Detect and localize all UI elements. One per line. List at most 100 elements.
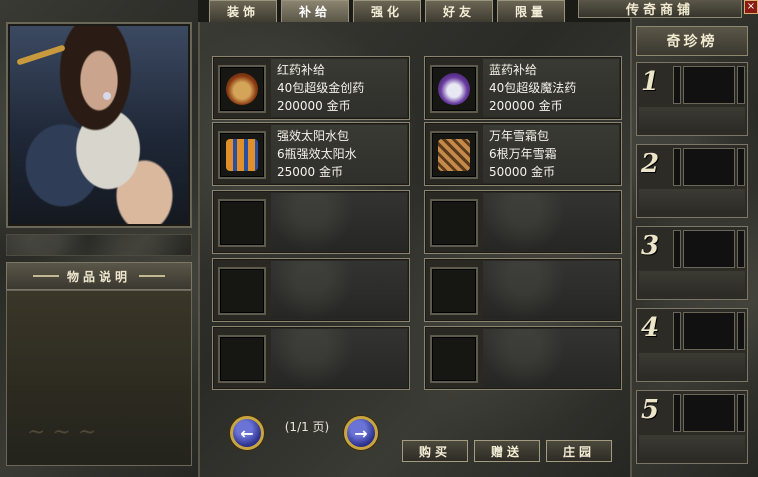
rank-cell-marker [737,66,745,104]
empty-item-card[interactable] [212,258,410,322]
item-info [271,193,407,251]
item-info [271,261,407,319]
ranking-slot[interactable]: 3 [636,226,748,300]
item-price: 25000 金币 [277,165,343,179]
item-name: 蓝药补给 [489,63,538,77]
next-page-button[interactable]: → [344,416,378,450]
prev-page-button[interactable]: ← [230,416,264,450]
item-name: 强效太阳水包 [277,129,350,143]
item-info [483,193,619,251]
item-info: 强效太阳水包 6瓶强效太阳水 25000 金币 [271,125,407,183]
arrow-left-icon: ← [240,423,254,443]
item-desc: 40包超级金创药 [277,81,365,95]
empty-item-card[interactable] [424,190,622,254]
shop-title: 传奇商铺 [578,0,742,18]
rank-info-bar [639,189,745,213]
item-card[interactable]: 红药补给 40包超级金创药 200000 金币 [212,56,410,120]
rank-cell-marker [737,394,745,432]
rank-info-bar [639,271,745,295]
item-card[interactable]: 强效太阳水包 6瓶强效太阳水 25000 金币 [212,122,410,186]
item-desc: 6根万年雪霜 [489,147,557,161]
rank-number: 2 [641,149,660,179]
rank-number: 4 [641,313,660,343]
item-price: 200000 金币 [277,99,351,113]
rank-cell-marker [673,312,681,350]
blue-potion-bag-icon [438,73,470,105]
rank-number: 1 [641,67,660,97]
empty-item-card[interactable] [424,258,622,322]
rank-item-slot[interactable] [683,66,735,104]
item-info [483,329,619,387]
arrow-right-icon: → [354,423,368,443]
tab-enhance[interactable]: 强化 [353,0,421,22]
rank-info-bar [639,107,745,131]
item-slot[interactable] [218,65,266,113]
close-button[interactable]: × [744,0,758,14]
rank-info-bar [639,353,745,377]
rank-cell-marker [737,148,745,186]
item-name: 红药补给 [277,63,326,77]
rank-number: 5 [641,395,660,425]
rank-cell-marker [737,230,745,268]
rank-cell-marker [737,312,745,350]
ranking-title: 奇珍榜 [636,26,748,56]
item-card[interactable]: 万年雪霜包 6根万年雪霜 50000 金币 [424,122,622,186]
item-slot[interactable] [218,335,266,383]
item-slot[interactable] [430,131,478,179]
rank-item-slot[interactable] [683,394,735,432]
manor-button[interactable]: 庄园 [546,440,612,462]
item-info [483,261,619,319]
item-slot[interactable] [218,267,266,315]
item-slot[interactable] [218,131,266,179]
item-slot[interactable] [218,199,266,247]
character-portrait [6,22,192,228]
ranking-slot[interactable]: 2 [636,144,748,218]
item-card[interactable]: 蓝药补给 40包超级魔法药 200000 金币 [424,56,622,120]
item-description-title: 物品说明 [66,269,131,284]
rank-item-slot[interactable] [683,230,735,268]
item-slot[interactable] [430,65,478,113]
empty-item-card[interactable] [212,326,410,390]
rank-cell-marker [673,394,681,432]
portrait-name-bar [6,234,192,256]
empty-item-card[interactable] [424,326,622,390]
item-price: 50000 金币 [489,165,555,179]
item-slot[interactable] [430,267,478,315]
rank-cell-marker [673,230,681,268]
description-watermark: ~ ~ ~ [27,420,97,445]
item-price: 200000 金币 [489,99,563,113]
rank-cell-marker [673,66,681,104]
ranking-slot[interactable]: 4 [636,308,748,382]
rank-cell-marker [673,148,681,186]
snow-frost-icon [438,139,470,171]
header-ornament-left [32,275,59,277]
tab-decoration[interactable]: 装饰 [209,0,277,22]
item-info: 红药补给 40包超级金创药 200000 金币 [271,59,407,117]
item-info: 万年雪霜包 6根万年雪霜 50000 金币 [483,125,619,183]
item-slot[interactable] [430,335,478,383]
tab-limited[interactable]: 限量 [497,0,565,22]
rank-number: 3 [641,231,660,261]
page-indicator: (1/1 页) [284,420,330,434]
forehead-mark [103,92,111,100]
item-description-body: ~ ~ ~ [6,290,192,466]
empty-item-card[interactable] [212,190,410,254]
item-slot[interactable] [430,199,478,247]
sun-water-icon [226,139,258,171]
ranking-slot[interactable]: 1 [636,62,748,136]
red-potion-bag-icon [226,73,258,105]
header-ornament-right [139,275,165,277]
hairpin-decoration [16,44,66,66]
ranking-slot[interactable]: 5 [636,390,748,464]
rank-item-slot[interactable] [683,148,735,186]
item-info: 蓝药补给 40包超级魔法药 200000 金币 [483,59,619,117]
gift-button[interactable]: 赠送 [474,440,540,462]
item-info [271,329,407,387]
item-description-header: 物品说明 [6,262,192,290]
rank-item-slot[interactable] [683,312,735,350]
item-desc: 40包超级魔法药 [489,81,577,95]
tab-friends[interactable]: 好友 [425,0,493,22]
buy-button[interactable]: 购买 [402,440,468,462]
item-name: 万年雪霜包 [489,129,550,143]
tab-supply[interactable]: 补给 [281,0,349,22]
